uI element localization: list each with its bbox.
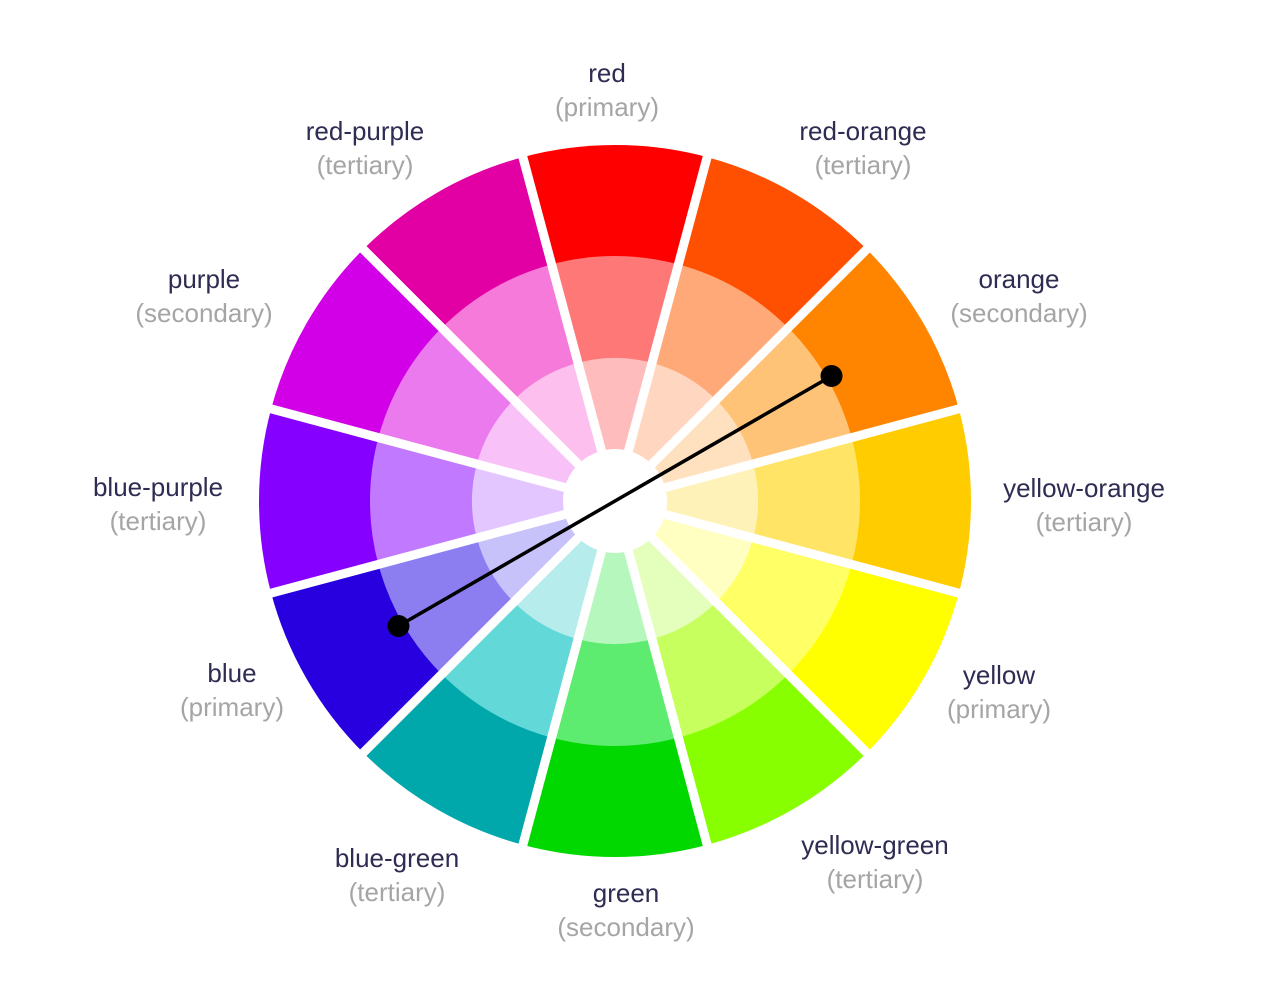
label-kind: (tertiary) (317, 150, 414, 180)
label-name: blue (207, 658, 256, 688)
label-orange: orange (secondary) (950, 264, 1087, 328)
label-red-purple: red-purple (tertiary) (306, 116, 425, 180)
label-name: orange (979, 264, 1060, 294)
label-name: blue-green (335, 843, 459, 873)
label-name: yellow (963, 660, 1035, 690)
label-kind: (primary) (180, 692, 284, 722)
label-red-orange: red-orange (tertiary) (799, 116, 926, 180)
label-kind: (tertiary) (349, 877, 446, 907)
label-name: red-orange (799, 116, 926, 146)
label-name: blue-purple (93, 472, 223, 502)
label-kind: (secondary) (135, 298, 272, 328)
label-yellow-orange: yellow-orange (tertiary) (1003, 473, 1165, 537)
label-kind: (tertiary) (1036, 507, 1133, 537)
label-kind: (tertiary) (827, 864, 924, 894)
label-blue-green: blue-green (tertiary) (335, 843, 459, 907)
label-name: purple (168, 264, 240, 294)
label-blue-purple: blue-purple (tertiary) (93, 472, 223, 536)
label-name: green (593, 878, 660, 908)
label-kind: (primary) (947, 694, 1051, 724)
label-blue: blue (primary) (180, 658, 284, 722)
label-red: red (primary) (555, 58, 659, 122)
label-kind: (tertiary) (110, 506, 207, 536)
label-kind: (primary) (555, 92, 659, 122)
label-green: green (secondary) (557, 878, 694, 942)
label-yellow-green: yellow-green (tertiary) (801, 830, 948, 894)
connector-dot-orange (820, 365, 843, 387)
label-kind: (secondary) (950, 298, 1087, 328)
color-wheel-diagram: red (primary) red-orange (tertiary) oran… (93, 58, 1165, 942)
label-name: yellow-green (801, 830, 948, 860)
label-kind: (secondary) (557, 912, 694, 942)
label-name: yellow-orange (1003, 473, 1165, 503)
label-kind: (tertiary) (815, 150, 912, 180)
label-yellow: yellow (primary) (947, 660, 1051, 724)
label-purple: purple (secondary) (135, 264, 272, 328)
label-name: red (588, 58, 626, 88)
label-name: red-purple (306, 116, 425, 146)
connector-dot-blue (387, 615, 410, 637)
